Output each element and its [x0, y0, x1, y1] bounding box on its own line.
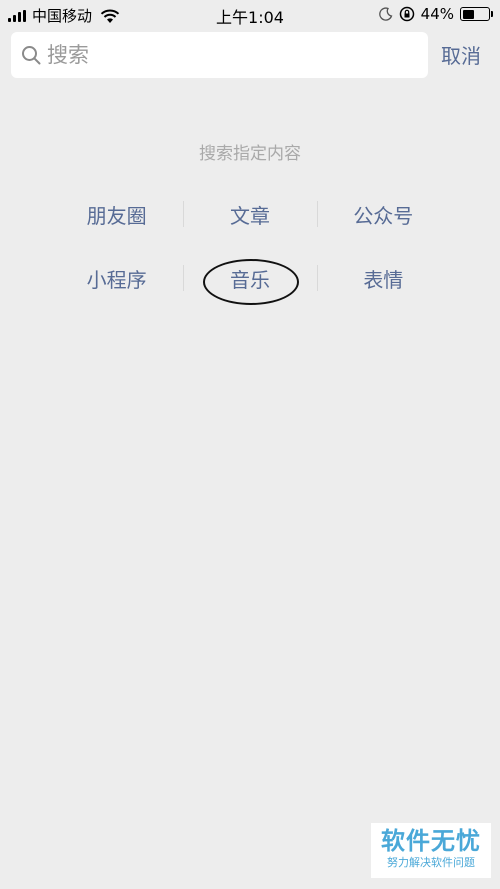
- divider: [317, 201, 318, 227]
- category-row: 朋友圈 文章 公众号: [50, 190, 450, 254]
- battery-fill: [462, 9, 474, 19]
- search-hint: 搜索指定内容: [199, 144, 301, 164]
- category-stickers[interactable]: 表情: [317, 254, 450, 302]
- category-grid: 朋友圈 文章 公众号 小程序 音乐 表情: [50, 190, 450, 318]
- cancel-button[interactable]: 取消: [441, 40, 481, 69]
- category-moments[interactable]: 朋友圈: [50, 190, 183, 238]
- status-right: 44%: [378, 5, 493, 23]
- watermark-title: 软件无忧: [381, 827, 481, 855]
- search-box[interactable]: [11, 32, 428, 78]
- divider: [317, 265, 318, 291]
- category-music[interactable]: 音乐: [183, 254, 316, 302]
- category-articles[interactable]: 文章: [183, 190, 316, 238]
- search-input[interactable]: [47, 32, 417, 78]
- watermark: 软件无忧 努力解决软件问题: [371, 823, 491, 878]
- battery-icon: [460, 7, 493, 21]
- category-official-accounts[interactable]: 公众号: [317, 190, 450, 238]
- screen: 中国移动 上午1:04 44% 搜索 取消 搜索指定内容 朋友圈 文章 公众号 …: [0, 0, 500, 889]
- battery-percent: 44%: [420, 5, 454, 23]
- moon-icon: [378, 7, 393, 21]
- status-bar: 中国移动 上午1:04 44%: [0, 0, 500, 30]
- watermark-subtitle: 努力解决软件问题: [387, 856, 475, 869]
- category-mini-programs[interactable]: 小程序: [50, 254, 183, 302]
- category-row: 小程序 音乐 表情: [50, 254, 450, 318]
- divider: [183, 201, 184, 227]
- divider: [183, 265, 184, 291]
- rotation-lock-icon: [399, 6, 414, 22]
- search-icon: [22, 46, 41, 65]
